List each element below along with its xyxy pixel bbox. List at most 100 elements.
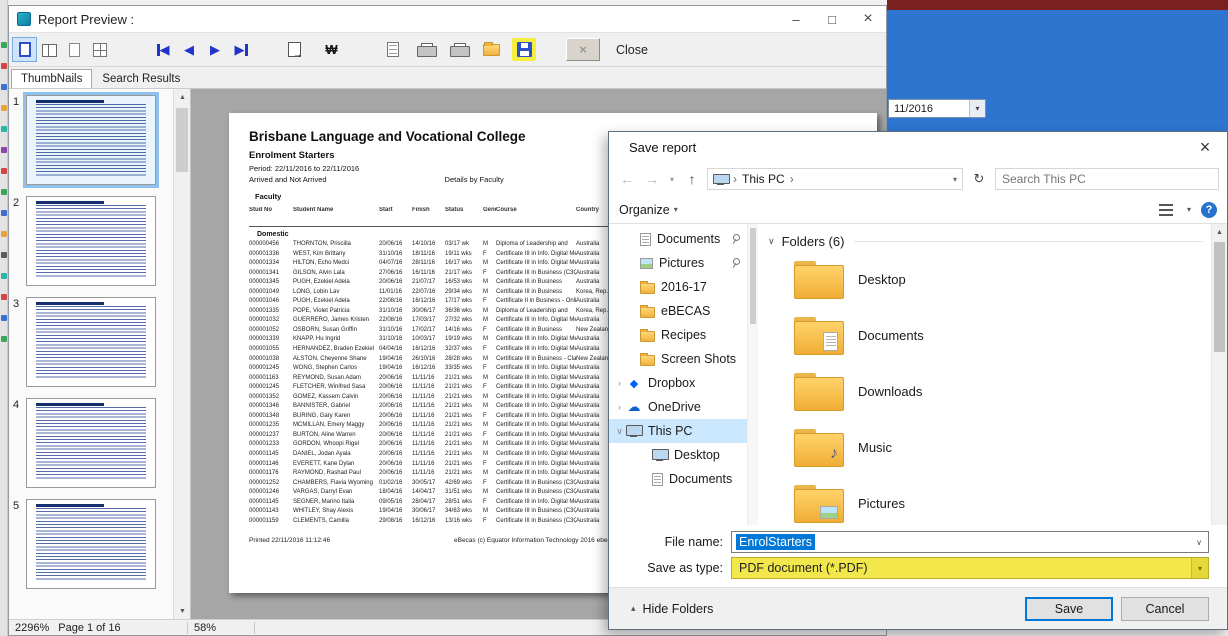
thumbnail-page[interactable] — [26, 398, 156, 488]
search-input[interactable] — [996, 172, 1218, 186]
currency-button[interactable] — [319, 37, 344, 62]
sidebar-item[interactable]: OneDrive — [609, 395, 747, 419]
file-name-dropdown-icon[interactable] — [1196, 538, 1202, 547]
export-page-button[interactable] — [380, 37, 405, 62]
app-strip-icon[interactable] — [1, 147, 7, 153]
app-strip-icon[interactable] — [1, 252, 7, 258]
date-dropdown-icon[interactable]: ▾ — [969, 100, 985, 117]
thumbnail-page[interactable] — [26, 499, 156, 589]
page-thumbnail[interactable]: 5 — [13, 499, 190, 589]
forward-button[interactable] — [642, 171, 662, 187]
page-thumbnail[interactable]: 3 — [13, 297, 190, 387]
hide-folders-button[interactable]: Hide Folders — [631, 602, 713, 616]
scrollbar-thumb[interactable] — [750, 228, 756, 324]
expand-chevron-icon[interactable] — [613, 426, 626, 437]
folder-item[interactable]: Pictures — [758, 475, 1211, 525]
sidebar-item[interactable]: 2016-17 — [609, 275, 747, 299]
recent-locations-icon[interactable] — [667, 175, 677, 184]
file-name-combo[interactable]: EnrolStarters — [731, 531, 1209, 553]
collapse-group-icon[interactable] — [768, 236, 775, 247]
scroll-down-icon[interactable] — [174, 603, 191, 619]
app-strip-icon[interactable] — [1, 315, 7, 321]
print-all-button[interactable] — [446, 37, 471, 62]
expand-chevron-icon[interactable] — [613, 402, 626, 412]
save-as-type-dropdown-icon[interactable] — [1191, 558, 1208, 578]
organize-dropdown-icon[interactable] — [674, 205, 678, 214]
app-strip-icon[interactable] — [1, 105, 7, 111]
first-page-button[interactable] — [150, 38, 176, 62]
stop-button[interactable]: × — [566, 38, 600, 61]
expand-chevron-icon[interactable] — [613, 378, 626, 388]
app-strip-icon[interactable] — [1, 168, 7, 174]
thumbnail-page[interactable] — [26, 95, 156, 185]
open-report-button[interactable] — [479, 37, 504, 62]
last-page-button[interactable] — [228, 38, 254, 62]
preview-tab[interactable]: Search Results — [92, 69, 190, 88]
sidebar-item[interactable]: Pictures — [609, 251, 747, 275]
breadcrumb-this-pc[interactable]: This PC — [742, 172, 785, 186]
scroll-up-icon[interactable] — [1212, 224, 1227, 240]
sidebar-item[interactable]: Screen Shots — [609, 347, 747, 371]
thumbnails-scrollbar[interactable] — [173, 89, 190, 619]
close-window-button[interactable] — [850, 6, 886, 32]
scrollbar-thumb[interactable] — [176, 108, 188, 172]
save-report-button[interactable] — [512, 38, 536, 61]
address-bar[interactable]: This PC — [707, 168, 963, 190]
app-strip-icon[interactable] — [1, 294, 7, 300]
print-button[interactable] — [413, 37, 438, 62]
previous-page-button[interactable] — [176, 38, 202, 62]
dialog-titlebar[interactable]: Save report — [609, 132, 1227, 162]
back-button[interactable] — [617, 171, 637, 187]
save-as-type-combo[interactable]: PDF document (*.PDF) — [731, 557, 1209, 579]
page-thumbnail[interactable]: 2 — [13, 196, 190, 286]
next-page-button[interactable] — [202, 38, 228, 62]
sidebar-item[interactable]: eBECAS — [609, 299, 747, 323]
folders-group-header[interactable]: Folders (6) — [758, 224, 1211, 251]
app-strip-icon[interactable] — [1, 273, 7, 279]
folders-scrollbar[interactable] — [1211, 224, 1227, 525]
refresh-button[interactable] — [968, 168, 990, 190]
thumbnail-page[interactable] — [26, 196, 156, 286]
app-strip-icon[interactable] — [1, 336, 7, 342]
sidebar-item[interactable]: This PC — [609, 419, 747, 443]
folder-item[interactable]: Music — [758, 419, 1211, 475]
blank-page-view-button[interactable] — [62, 37, 87, 62]
help-icon[interactable] — [1201, 202, 1217, 218]
view-dropdown-icon[interactable] — [1187, 205, 1191, 214]
preview-tab[interactable]: ThumbNails — [11, 69, 92, 88]
thumbnail-page[interactable] — [26, 297, 156, 387]
date-field[interactable]: 11/2016 ▾ — [888, 99, 986, 118]
sidebar-item[interactable]: Recipes — [609, 323, 747, 347]
page-thumbnail[interactable]: 1 — [13, 95, 190, 185]
two-page-view-button[interactable] — [37, 37, 62, 62]
page-thumbnail[interactable]: 4 — [13, 398, 190, 488]
scrollbar-thumb[interactable] — [1214, 242, 1225, 352]
app-strip-icon[interactable] — [1, 210, 7, 216]
scroll-up-icon[interactable] — [174, 89, 191, 105]
sidebar-item[interactable]: Documents — [609, 467, 747, 491]
sidebar-item[interactable]: Documents — [609, 227, 747, 251]
organize-button[interactable]: Organize — [619, 203, 670, 217]
app-strip-icon[interactable] — [1, 189, 7, 195]
app-strip-icon[interactable] — [1, 231, 7, 237]
folder-item[interactable]: Downloads — [758, 363, 1211, 419]
multi-page-view-button[interactable] — [87, 37, 112, 62]
close-preview-button[interactable]: Close — [616, 43, 648, 57]
app-strip-icon[interactable] — [1, 84, 7, 90]
sidebar-item[interactable]: Desktop — [609, 443, 747, 467]
up-button[interactable] — [682, 171, 702, 187]
sidebar-item[interactable]: Dropbox — [609, 371, 747, 395]
folder-item[interactable]: Documents — [758, 307, 1211, 363]
dialog-close-button[interactable] — [1183, 132, 1227, 162]
print-setup-button[interactable] — [282, 37, 307, 62]
app-strip-icon[interactable] — [1, 126, 7, 132]
change-view-icon[interactable] — [1159, 204, 1173, 216]
app-strip-icon[interactable] — [1, 42, 7, 48]
single-page-view-button[interactable] — [12, 37, 37, 62]
save-button[interactable]: Save — [1025, 597, 1113, 621]
minimize-button[interactable] — [778, 6, 814, 32]
maximize-button[interactable] — [814, 6, 850, 32]
report-preview-titlebar[interactable]: Report Preview : — [9, 6, 886, 33]
file-name-value[interactable]: EnrolStarters — [736, 534, 815, 550]
address-dropdown-icon[interactable] — [953, 175, 957, 184]
